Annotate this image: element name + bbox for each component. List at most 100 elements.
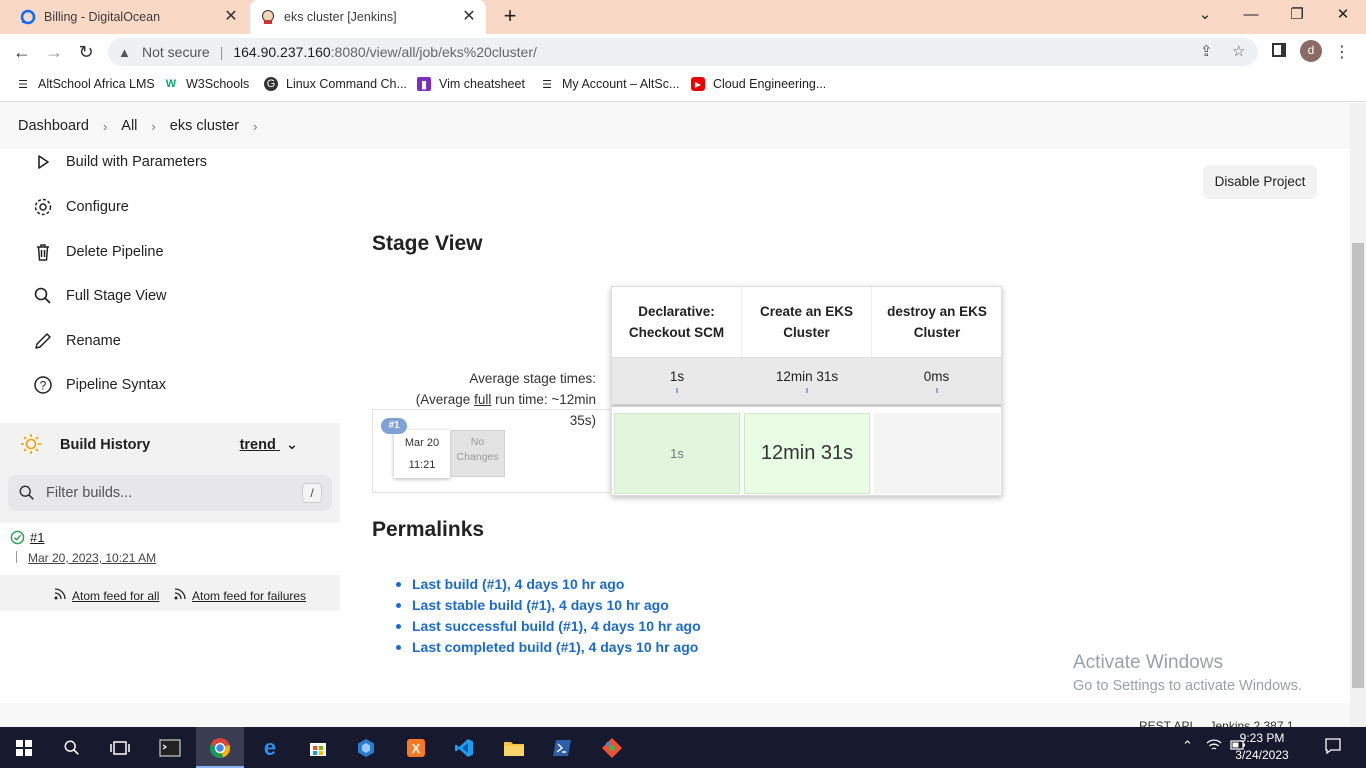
page-scrollbar[interactable] [1350, 103, 1366, 727]
terminal-icon[interactable] [150, 733, 190, 763]
share-icon[interactable]: ⇪ [1200, 42, 1213, 60]
close-icon[interactable]: ✕ [460, 8, 478, 26]
footer-text: REST API Jenkins 2.387.1 [1139, 719, 1294, 727]
taskbar-clock[interactable]: 9:23 PM 3/24/2023 [1224, 730, 1300, 764]
task-full-stage-view[interactable]: Full Stage View [32, 284, 166, 308]
folder-icon: ☰ [542, 78, 552, 91]
close-icon[interactable]: ✕ [222, 8, 240, 26]
rss-icon [174, 588, 186, 603]
address-bar[interactable]: ▲ Not secure | 164.90.237.160 :8080/view… [108, 38, 1258, 66]
restore-button[interactable]: ❐ [1274, 0, 1320, 30]
bookmark-my-account[interactable]: ☰ My Account – AltSc... [540, 77, 679, 91]
bookmark-altschool-lms[interactable]: ☰ AltSchool Africa LMS [16, 77, 155, 91]
windows-taskbar: e X ⌃ 9:23 PM 3/24/2023 [0, 727, 1366, 768]
stage-average: 12min 31s [742, 357, 872, 407]
xampp-icon[interactable]: X [396, 733, 436, 763]
svg-text:?: ? [40, 379, 47, 393]
url-path: :8080/view/all/job/eks%20cluster/ [330, 44, 537, 60]
trend-link[interactable]: trend ⌄ [240, 437, 298, 453]
play-icon [32, 151, 54, 173]
tab-eks-cluster-jenkins[interactable]: eks cluster [Jenkins] ✕ [250, 0, 486, 34]
breadcrumb-dashboard[interactable]: Dashboard [18, 118, 89, 134]
breadcrumb-eks-cluster[interactable]: eks cluster [170, 118, 239, 134]
star-icon[interactable]: ☆ [1232, 42, 1245, 60]
youtube-icon: ▶ [691, 77, 705, 91]
atom-feed-all-link[interactable]: Atom feed for all [54, 588, 159, 603]
chevron-right-icon: › [151, 118, 156, 134]
bookmark-vim-cheatsheet[interactable]: ▮ Vim cheatsheet [417, 77, 525, 91]
stage-column: destroy an EKS Cluster [872, 287, 1002, 357]
digitalocean-icon [20, 9, 36, 25]
build-history-header: Build History trend ⌄ [20, 433, 320, 457]
stage-header: destroy an EKS Cluster [887, 304, 987, 340]
chrome-icon[interactable] [200, 733, 240, 763]
jenkins-page: Dashboard › All › eks cluster › Build wi… [0, 103, 1350, 727]
task-view-icon[interactable] [100, 733, 140, 763]
linux-icon: G [264, 77, 278, 91]
notification-icon[interactable] [1324, 737, 1342, 758]
security-label: Not secure [142, 44, 210, 60]
avatar[interactable]: d [1300, 40, 1322, 62]
minimize-button[interactable]: — [1228, 0, 1274, 30]
side-panel-icon[interactable] [1272, 43, 1286, 57]
run-badge[interactable]: #1 [381, 418, 407, 434]
stage-average: 1s [612, 357, 742, 407]
atom-feed-failures-link[interactable]: Atom feed for failures [174, 588, 306, 603]
store-icon[interactable] [298, 733, 338, 763]
powershell-icon[interactable] [542, 733, 582, 763]
browser-toolbar: ← → ↻ ▲ Not secure | 164.90.237.160 :808… [0, 34, 1366, 70]
tab-billing-digitalocean[interactable]: Billing - DigitalOcean ✕ [12, 0, 248, 34]
tab-title: Billing - DigitalOcean [44, 10, 161, 24]
windows-start-icon[interactable] [4, 733, 44, 763]
task-pipeline-syntax[interactable]: ? Pipeline Syntax [32, 373, 166, 397]
bookmark-cloud-engineering[interactable]: ▶ Cloud Engineering... [691, 77, 826, 91]
task-delete-pipeline[interactable]: Delete Pipeline [32, 240, 164, 264]
permalink-last-successful-build[interactable]: Last successful build (#1), 4 days 10 hr… [396, 618, 701, 634]
run-changes: No Changes [450, 430, 505, 477]
search-icon[interactable] [52, 733, 92, 763]
run-date[interactable]: Mar 20 11:21 [394, 430, 450, 478]
reload-button[interactable]: ↻ [74, 40, 98, 64]
permalink-last-stable-build[interactable]: Last stable build (#1), 4 days 10 hr ago [396, 597, 669, 613]
wifi-icon[interactable] [1206, 738, 1222, 755]
breadcrumb-all[interactable]: All [121, 118, 137, 134]
build-date-link[interactable]: Mar 20, 2023, 10:21 AM [28, 551, 156, 565]
stage-cell-success[interactable]: 12min 31s [744, 413, 870, 494]
jenkins-icon [260, 9, 276, 25]
chevron-right-icon: › [102, 118, 108, 134]
stage-column: Declarative: Checkout SCM [612, 287, 742, 357]
task-build-with-parameters[interactable]: Build with Parameters [32, 150, 207, 174]
virtualbox-icon[interactable] [346, 733, 386, 763]
disable-project-button[interactable]: Disable Project [1203, 165, 1317, 199]
permalink-last-completed-build[interactable]: Last completed build (#1), 4 days 10 hr … [396, 639, 698, 655]
bookmark-w3schools[interactable]: W W3Schools [164, 77, 249, 91]
new-tab-button[interactable]: + [498, 5, 522, 29]
filter-builds-input[interactable]: Filter builds... / [8, 475, 332, 511]
tab-title: eks cluster [Jenkins] [284, 10, 397, 24]
task-rename[interactable]: Rename [32, 329, 121, 353]
stage-cell-success[interactable]: 1s [614, 413, 740, 494]
svg-text:e: e [264, 737, 276, 759]
close-window-button[interactable]: ✕ [1320, 0, 1366, 30]
tab-search-chevron-icon[interactable]: ⌄ [1182, 0, 1228, 30]
edge-icon[interactable]: e [250, 733, 290, 763]
stage-header: Declarative: Checkout SCM [612, 287, 742, 357]
search-icon [32, 285, 54, 307]
build-number-link[interactable]: #1 [30, 530, 44, 545]
help-icon: ? [32, 374, 54, 396]
file-explorer-icon[interactable] [494, 733, 534, 763]
filter-placeholder: Filter builds... [46, 485, 133, 501]
page-footer: REST API Jenkins 2.387.1 [0, 703, 1350, 727]
bookmark-linux-command[interactable]: G Linux Command Ch... [264, 77, 407, 91]
forward-button[interactable]: → [42, 40, 66, 64]
vscode-icon[interactable] [444, 733, 484, 763]
chevron-down-icon: ⌄ [285, 437, 298, 453]
git-icon[interactable] [592, 733, 632, 763]
menu-icon[interactable]: ⋮ [1334, 42, 1350, 62]
permalink-last-build[interactable]: Last build (#1), 4 days 10 hr ago [396, 576, 624, 592]
back-button[interactable]: ← [10, 40, 34, 64]
task-configure[interactable]: Configure [32, 195, 129, 219]
chevron-up-icon[interactable]: ⌃ [1182, 738, 1193, 754]
browser-tab-strip: Billing - DigitalOcean ✕ eks cluster [Je… [0, 0, 1366, 34]
shortcut-hint: / [302, 483, 322, 503]
